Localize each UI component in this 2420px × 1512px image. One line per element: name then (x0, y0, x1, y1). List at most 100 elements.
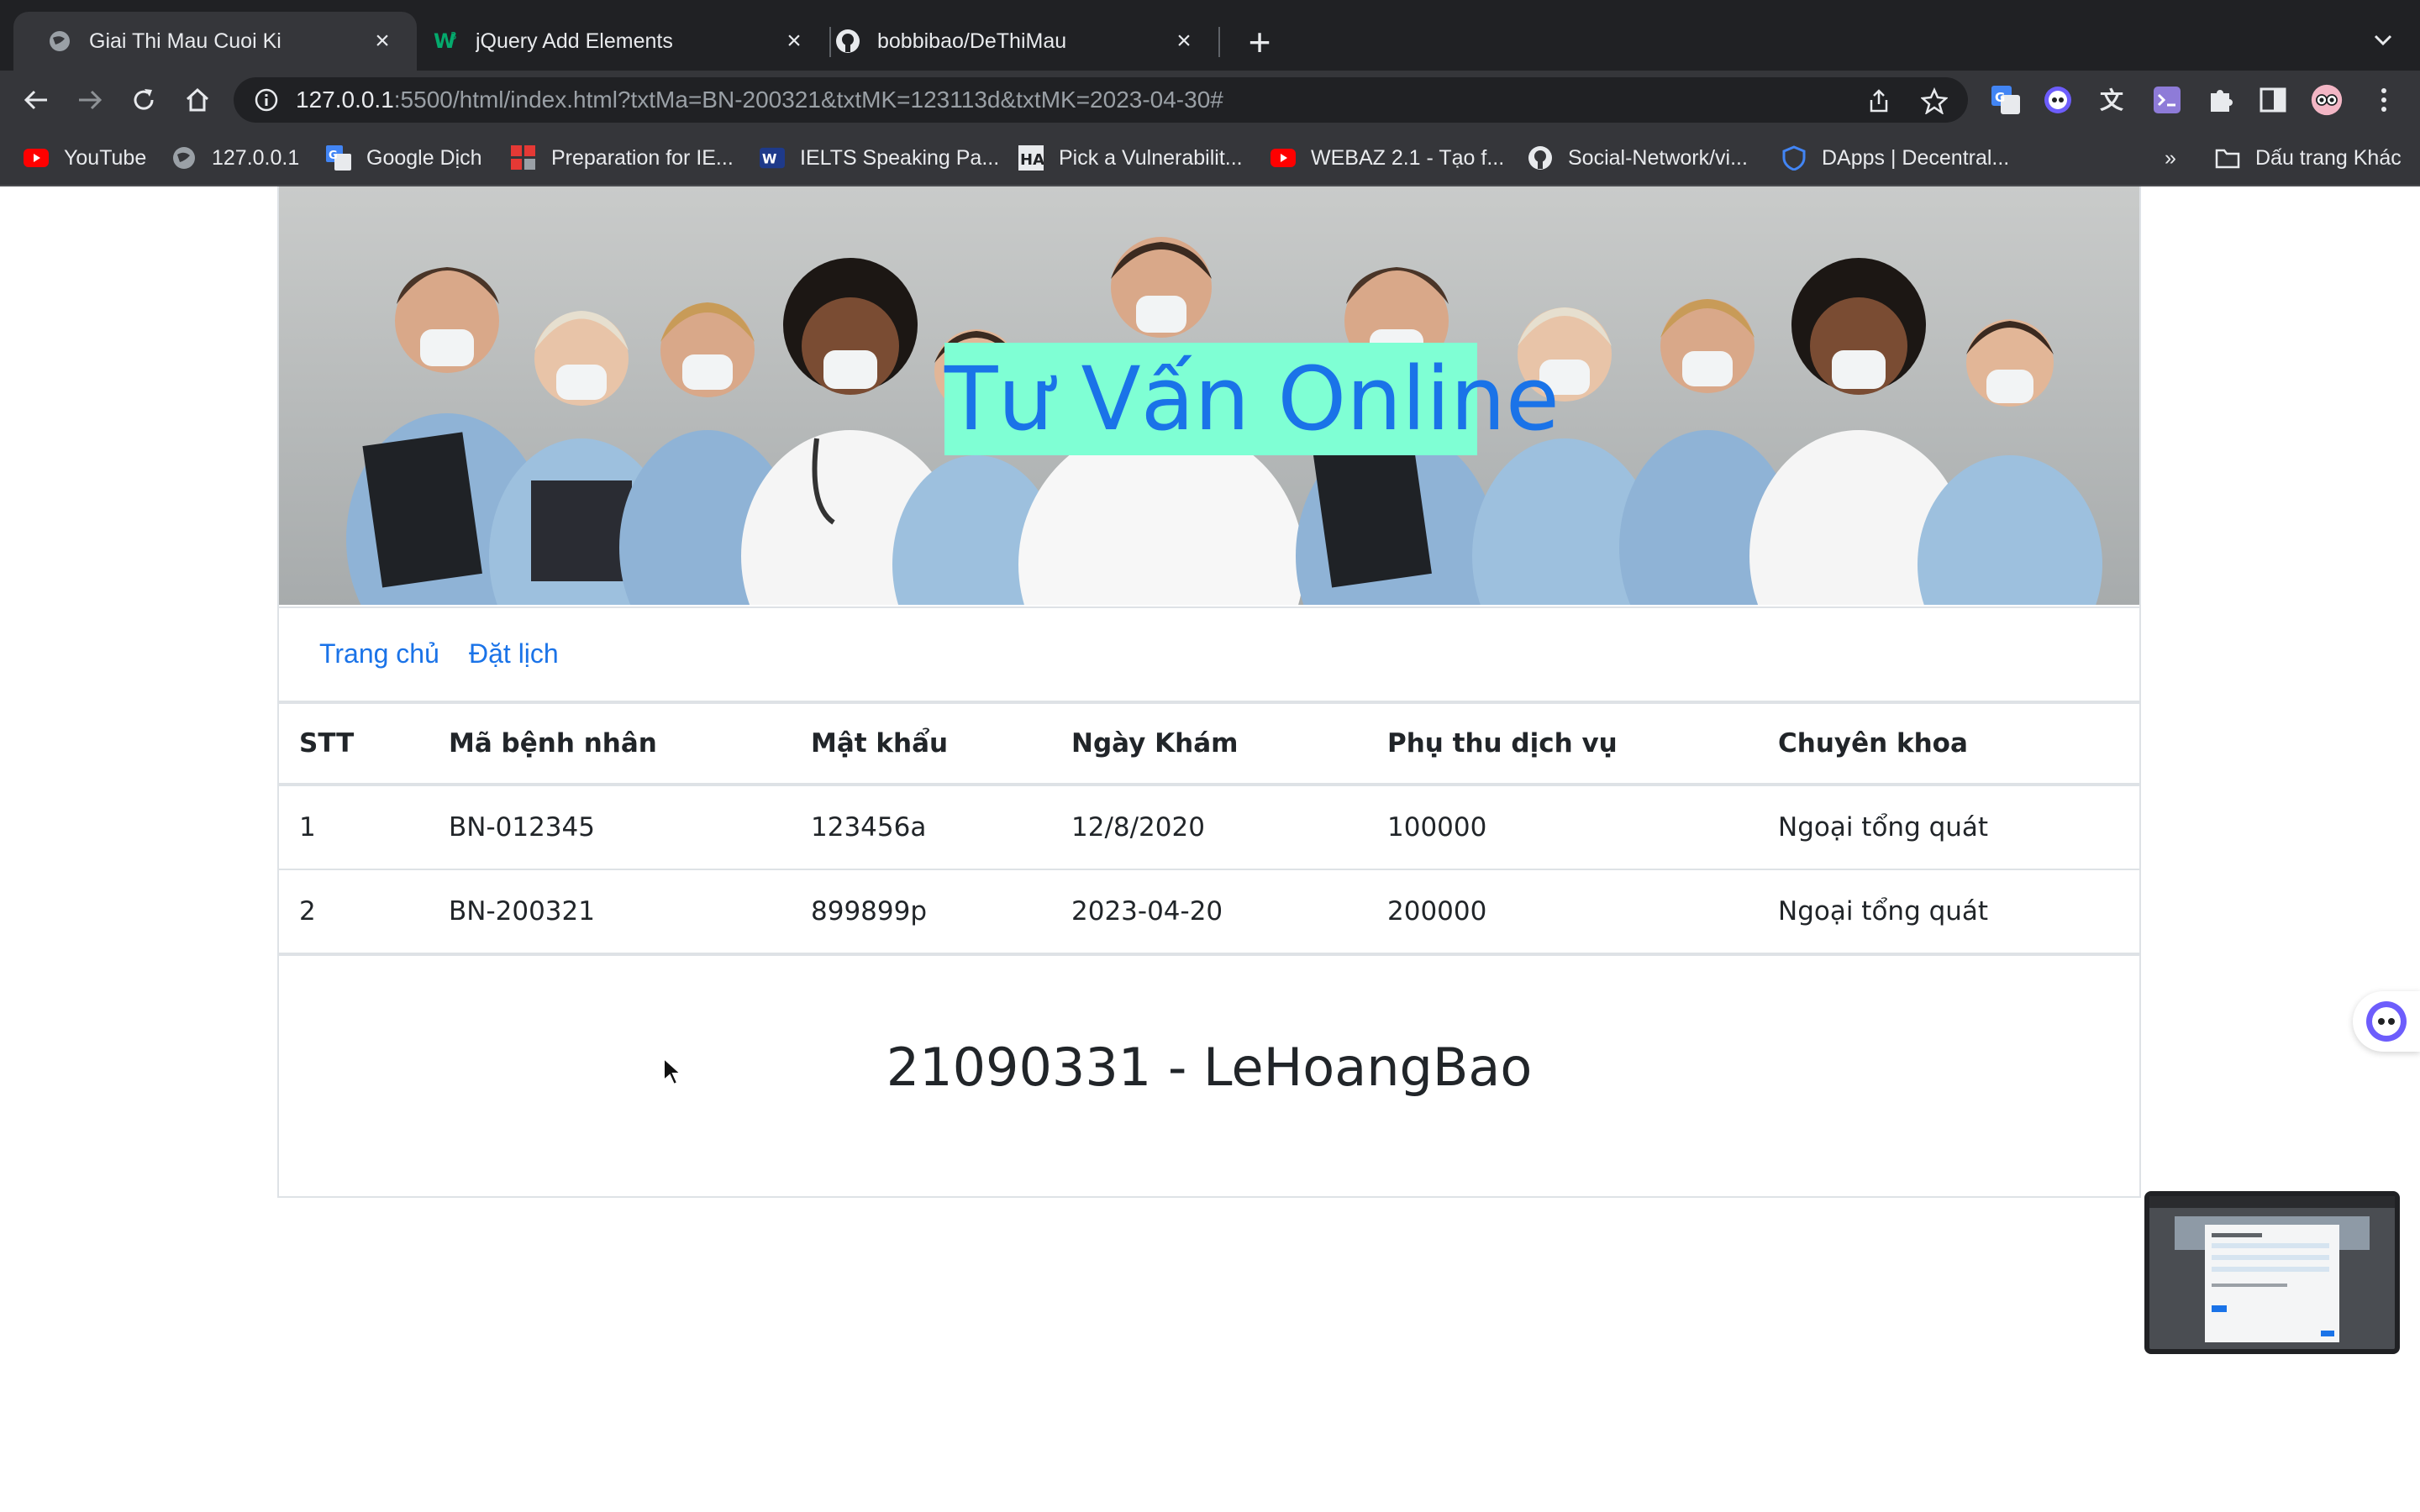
tab-bobbibao-dethimau[interactable]: bobbibao/DeThiMau × (832, 12, 1218, 71)
ha-icon: HA (1018, 145, 1044, 171)
share-icon[interactable] (1865, 87, 1892, 114)
bot-icon (2366, 1001, 2407, 1042)
bookmark-label: Google Dịch (366, 145, 482, 170)
bookmark-label: DApps | Decentral... (1822, 145, 2010, 170)
tab-title: bobbibao/DeThiMau (877, 29, 1067, 53)
home-button[interactable] (178, 81, 217, 119)
ielts-icon: W (760, 145, 785, 171)
table-cell-ma-benh-nhan: BN-012345 (429, 785, 791, 870)
url-text[interactable]: 127.0.0.1:5500/html/index.html?txtMa=BN-… (296, 87, 1223, 113)
column-header-phu-thu: Phụ thu dịch vụ (1367, 704, 1758, 786)
w3schools-icon: W3 (434, 29, 459, 54)
bookmark-youtube[interactable]: YouTube (24, 143, 146, 173)
patient-table: STT Mã bệnh nhân Mật khẩu Ngày Khám Phụ … (279, 704, 2139, 956)
forward-button[interactable] (71, 81, 109, 119)
bookmark-dapps[interactable]: DApps | Decentral... (1781, 143, 2009, 173)
tab-giai-thi-mau[interactable]: Giai Thi Mau Cuoi Ki × (13, 12, 417, 71)
svg-text:G: G (329, 150, 338, 162)
google-translate-extension-icon[interactable]: G (1990, 84, 2022, 116)
table-cell-chuyen-khoa: Ngoại tổng quát (1758, 869, 2139, 956)
close-tab-icon[interactable]: × (781, 27, 807, 55)
video-thumbnail-image (2149, 1196, 2395, 1349)
site-nav: Trang chủ Đặt lịch (279, 606, 2139, 704)
close-tab-icon[interactable]: × (370, 27, 395, 55)
more-menu-icon[interactable] (2368, 84, 2400, 116)
table-row: 2 BN-200321 899899p 2023-04-20 200000 Ng… (279, 869, 2139, 956)
picture-in-picture-thumbnail[interactable] (2144, 1191, 2400, 1354)
page-container: Tư Vấn Online Trang chủ Đặt lịch STT Mã … (277, 186, 2141, 1198)
bookmark-label: Dấu trang Khác (2255, 145, 2402, 170)
youtube-icon (24, 145, 49, 171)
youtube-icon (1270, 145, 1296, 171)
svg-text:W: W (762, 151, 777, 167)
table-cell-phu-thu: 100000 (1367, 785, 1758, 870)
tab-search-chevron-icon[interactable] (2366, 24, 2400, 57)
svg-text:文: 文 (2100, 87, 2123, 114)
table-cell-stt: 2 (279, 869, 429, 956)
globe-icon (47, 29, 72, 54)
dictionary-extension-icon[interactable]: 文 (2097, 84, 2129, 116)
nav-link-dat-lich[interactable]: Đặt lịch (469, 638, 559, 669)
tab-jquery-add-elements[interactable]: W3 jQuery Add Elements × (417, 12, 829, 71)
mouse-cursor-icon (663, 1057, 682, 1086)
grid-icon (511, 145, 536, 171)
bookmark-preparation-ielts[interactable]: Preparation for IE... (511, 143, 734, 173)
column-header-mat-khau: Mật khẩu (791, 704, 1051, 786)
forward-arrow-icon (79, 90, 103, 110)
shield-icon (1781, 145, 1807, 171)
google-translate-icon: G (326, 145, 351, 171)
side-panel-icon[interactable] (2257, 84, 2289, 116)
extensions-puzzle-icon[interactable] (2205, 84, 2237, 116)
bookmark-social-network[interactable]: Social-Network/vi... (1528, 143, 1748, 173)
floating-assistant-button[interactable] (2353, 991, 2420, 1052)
other-bookmarks-folder[interactable]: Dấu trang Khác (2215, 143, 2402, 173)
reload-icon (134, 89, 154, 110)
bookmark-label: YouTube (64, 145, 147, 170)
nav-link-trang-chu[interactable]: Trang chủ (319, 638, 439, 669)
folder-icon (2215, 145, 2240, 171)
bookmark-localhost[interactable]: 127.0.0.1 (171, 143, 299, 173)
bookmark-google-dich[interactable]: G Google Dịch (326, 143, 482, 173)
reload-button[interactable] (124, 81, 163, 119)
bookmark-label: 127.0.0.1 (212, 145, 300, 170)
tab-strip: Giai Thi Mau Cuoi Ki × W3 jQuery Add Ele… (0, 0, 2420, 71)
svg-text:HA: HA (1020, 151, 1044, 169)
svg-text:G: G (1995, 90, 2005, 105)
bookmark-webaz[interactable]: WEBAZ 2.1 - Tạo f... (1270, 143, 1504, 173)
address-bar[interactable]: 127.0.0.1:5500/html/index.html?txtMa=BN-… (234, 77, 1968, 123)
bookmark-pick-vulnerability[interactable]: HA Pick a Vulnerabilit... (1018, 143, 1243, 173)
bot-extension-icon[interactable] (2042, 84, 2074, 116)
bookmark-label: IELTS Speaking Pa... (800, 145, 1000, 170)
bookmark-label: Pick a Vulnerabilit... (1059, 145, 1243, 170)
bookmark-star-icon[interactable] (1921, 87, 1948, 114)
table-cell-stt: 1 (279, 785, 429, 870)
bookmark-label: Social-Network/vi... (1568, 145, 1748, 170)
screenshot-extension-icon[interactable] (2151, 84, 2183, 116)
svg-text:3: 3 (450, 30, 457, 42)
table-header-row: STT Mã bệnh nhân Mật khẩu Ngày Khám Phụ … (279, 704, 2139, 786)
back-button[interactable] (17, 81, 55, 119)
new-tab-button[interactable]: + (1240, 18, 1279, 66)
table-cell-mat-khau: 899899p (791, 869, 1051, 956)
bookmark-label: WEBAZ 2.1 - Tạo f... (1311, 145, 1505, 170)
table-cell-ma-benh-nhan: BN-200321 (429, 869, 791, 956)
profile-avatar[interactable] (2311, 84, 2343, 116)
site-info-icon[interactable] (254, 87, 279, 113)
globe-icon (171, 145, 197, 171)
tab-title: jQuery Add Elements (476, 29, 673, 53)
github-icon (1528, 145, 1553, 171)
bookmarks-bar: YouTube 127.0.0.1 G Google Dịch Preparat… (0, 128, 2420, 186)
column-header-ma-benh-nhan: Mã bệnh nhân (429, 704, 791, 786)
column-header-ngay-kham: Ngày Khám (1051, 704, 1367, 786)
table-cell-ngay-kham: 12/8/2020 (1051, 785, 1367, 870)
home-icon (186, 87, 209, 112)
footer-student-id: 21090331 - LeHoangBao (886, 1037, 1533, 1098)
url-path: :5500/html/index.html?txtMa=BN-200321&tx… (393, 87, 1223, 113)
github-icon (835, 29, 860, 54)
bookmarks-overflow-button[interactable]: » (2165, 143, 2176, 173)
page-title: Tư Vấn Online (944, 343, 1560, 455)
column-header-chuyen-khoa: Chuyên khoa (1758, 704, 2139, 786)
bookmark-ielts-speaking[interactable]: W IELTS Speaking Pa... (760, 143, 999, 173)
close-tab-icon[interactable]: × (1171, 27, 1197, 55)
url-host: 127.0.0.1 (296, 87, 394, 113)
